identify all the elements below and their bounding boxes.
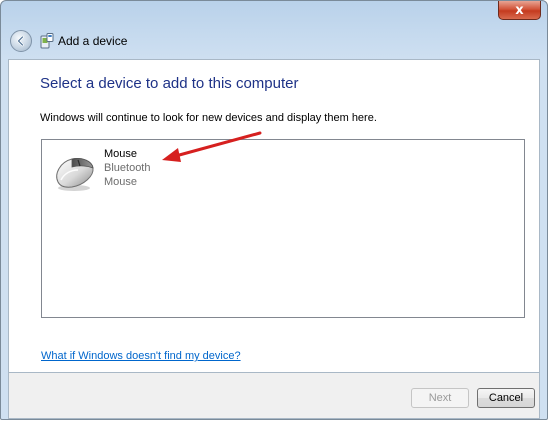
- device-kind: Mouse: [104, 176, 138, 188]
- title-bar: [1, 1, 547, 59]
- cancel-button[interactable]: Cancel: [477, 388, 535, 408]
- window-title: Add a device: [58, 34, 128, 48]
- back-button[interactable]: [10, 30, 32, 52]
- device-connection: Bluetooth: [104, 162, 151, 174]
- annotation-arrow: [162, 131, 262, 162]
- info-text: Windows will continue to look for new de…: [40, 112, 377, 124]
- mouse-icon: [56, 158, 94, 191]
- content-panel: Select a device to add to this computer …: [8, 59, 540, 373]
- device-name: Mouse: [104, 148, 138, 160]
- close-icon: x: [515, 2, 524, 18]
- add-device-icon: [40, 33, 54, 49]
- back-arrow-icon: [17, 35, 24, 47]
- close-button[interactable]: x: [498, 1, 541, 20]
- next-button[interactable]: Next: [411, 388, 469, 408]
- device-list: Mouse Bluetooth Mouse: [41, 139, 525, 318]
- add-device-window: x Add a device Select a device to add to…: [0, 0, 548, 420]
- help-link[interactable]: What if Windows doesn't find my device?: [41, 350, 241, 362]
- page-heading: Select a device to add to this computer: [40, 75, 299, 92]
- footer-bar: Next Cancel: [8, 373, 540, 419]
